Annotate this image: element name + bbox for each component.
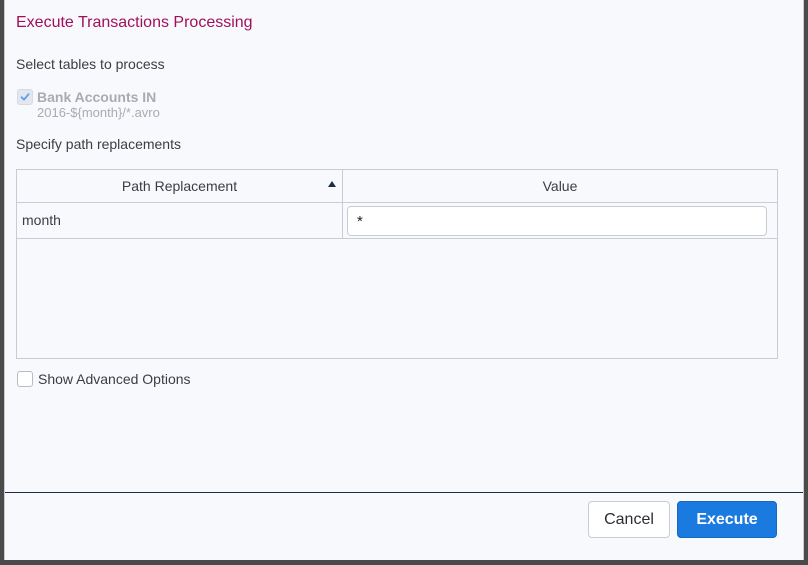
- path-replacement-key: month: [17, 203, 343, 238]
- sort-ascending-icon: [328, 181, 336, 187]
- dialog-title: Execute Transactions Processing: [16, 14, 253, 31]
- execute-dialog: Execute Transactions Processing Select t…: [4, 0, 804, 560]
- column-header-label: Path Replacement: [121, 178, 238, 194]
- table-path: 2016-${month}/*.avro: [37, 105, 160, 120]
- advanced-options-label[interactable]: Show Advanced Options: [38, 370, 191, 388]
- column-header-label: Value: [542, 178, 578, 194]
- table-row: month: [17, 203, 777, 239]
- footer-divider: [5, 492, 803, 493]
- table-checkbox-bank-accounts[interactable]: [17, 89, 33, 105]
- execute-button[interactable]: Execute: [677, 501, 777, 538]
- check-icon: [20, 93, 30, 101]
- path-replacement-value-input[interactable]: [347, 206, 767, 236]
- paths-section-label: Specify path replacements: [16, 136, 181, 152]
- column-header-value[interactable]: Value: [343, 170, 777, 202]
- column-header-path-replacement[interactable]: Path Replacement: [17, 170, 343, 202]
- table-header: Path Replacement Value: [17, 170, 777, 203]
- advanced-options-checkbox[interactable]: [17, 371, 33, 387]
- path-replacements-table: Path Replacement Value month: [16, 169, 778, 359]
- tables-section-label: Select tables to process: [16, 56, 165, 72]
- cancel-button[interactable]: Cancel: [588, 501, 670, 538]
